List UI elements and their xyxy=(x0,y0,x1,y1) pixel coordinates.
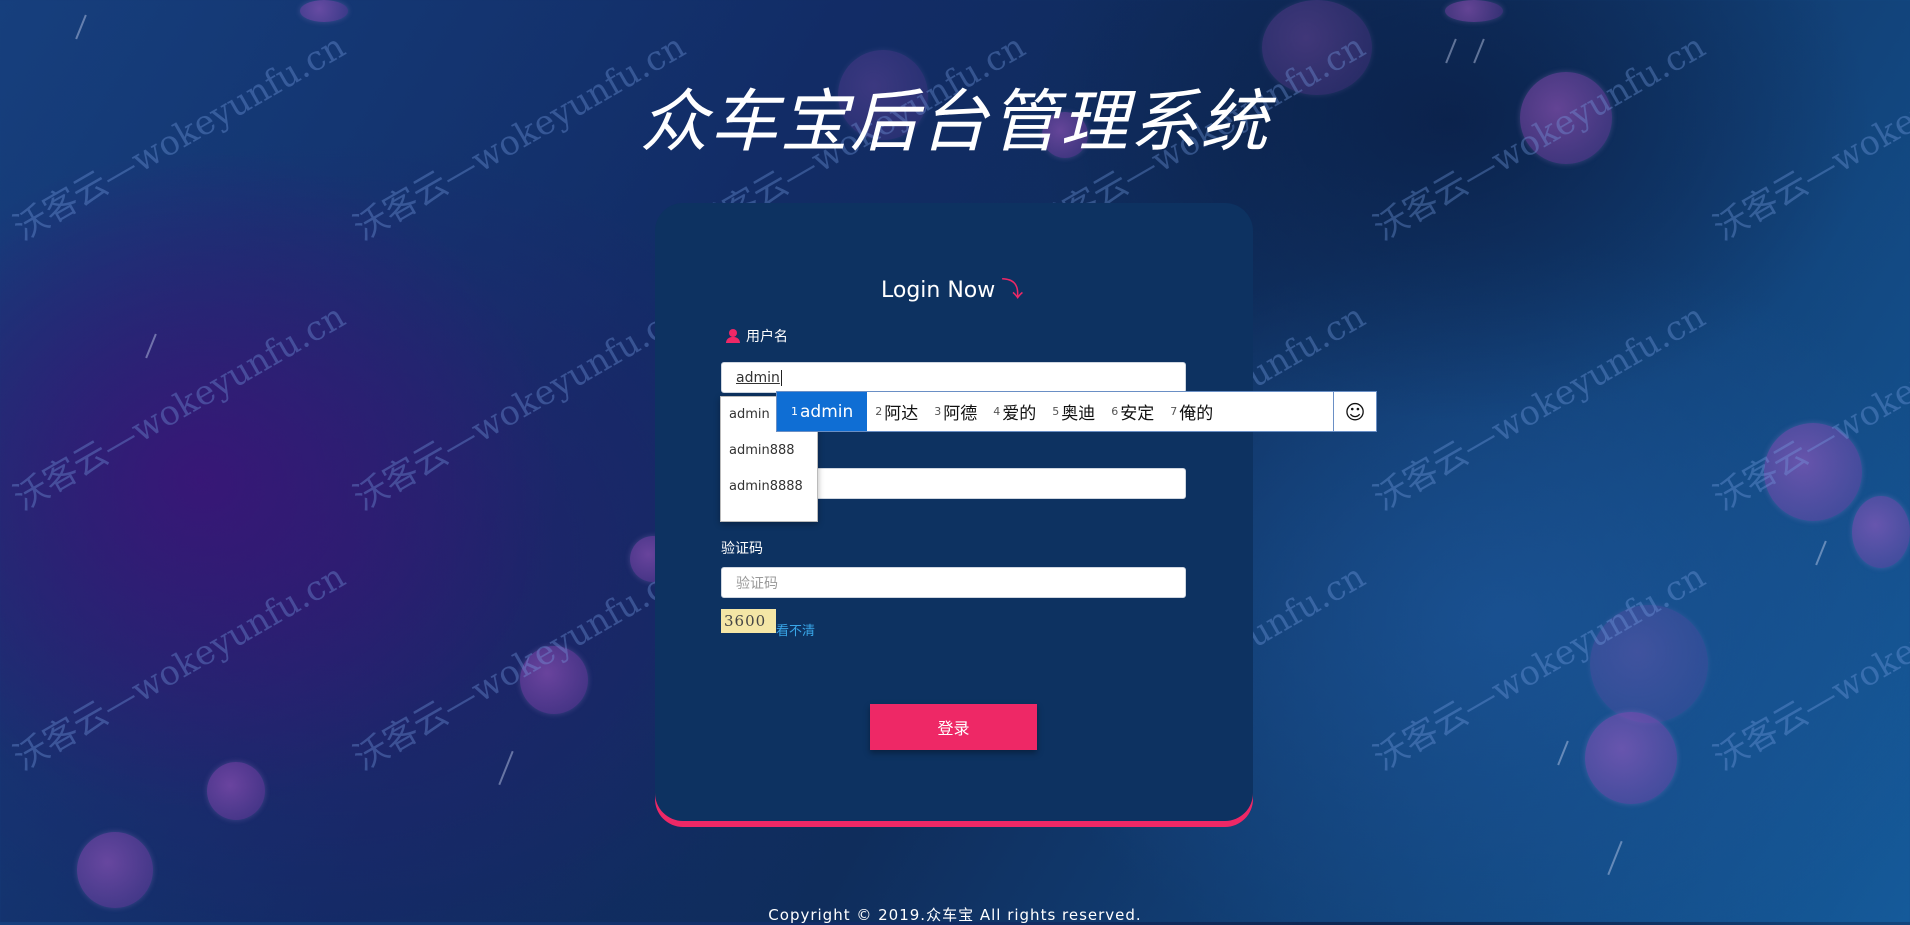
background-bubble xyxy=(207,762,265,820)
autocomplete-item[interactable]: admin888 xyxy=(721,433,817,469)
background-streak xyxy=(498,750,514,786)
background-streak xyxy=(75,14,87,40)
username-label: 用户名 xyxy=(726,326,788,346)
captcha-refresh-link[interactable]: 看不清 xyxy=(776,620,815,639)
captcha-label-text: 验证码 xyxy=(721,541,763,557)
login-heading-text: Login Now xyxy=(881,278,996,303)
login-heading: Login Now ⤵ xyxy=(881,272,1023,304)
watermark: 沃客云—wokeyunfu.cn xyxy=(1366,296,1713,519)
captcha-label: 验证码 xyxy=(721,538,763,558)
background-bubble xyxy=(77,832,153,908)
background-bubble xyxy=(300,0,348,22)
background-streak xyxy=(1815,540,1827,566)
background-streak xyxy=(1557,740,1569,766)
watermark: 沃客云—wokeyunfu.cn xyxy=(346,556,693,779)
background-streak xyxy=(1445,38,1457,64)
background-bubble xyxy=(1590,605,1708,723)
ime-candidate[interactable]: 2 阿达 xyxy=(867,392,926,431)
background-streak xyxy=(1607,840,1623,876)
ime-candidate-bar: 1 admin 2 阿达 3 阿德 4 爱的 5 奥迪 6 安定 7 俺的 ☺ xyxy=(776,391,1377,432)
background-streak xyxy=(145,333,157,359)
arrow-down-icon: ⤵ xyxy=(1001,278,1024,303)
login-button[interactable]: 登录 xyxy=(870,704,1037,750)
captcha-image[interactable]: 3600 xyxy=(721,609,776,633)
app-title: 众车宝后台管理系统 xyxy=(639,83,1270,162)
text-caret xyxy=(780,369,782,386)
background-bubble xyxy=(1445,0,1503,22)
smiley-icon[interactable]: ☺ xyxy=(1333,392,1376,431)
ime-candidate[interactable]: 5 奥迪 xyxy=(1044,392,1103,431)
background-streak xyxy=(1473,38,1485,64)
watermark: 沃客云—wokeyunfu.cn xyxy=(6,556,353,779)
user-icon xyxy=(726,329,740,343)
ime-candidate[interactable]: 4 爱的 xyxy=(985,392,1044,431)
username-input[interactable]: admin xyxy=(721,362,1186,393)
background-bubble xyxy=(1852,496,1910,568)
ime-candidate[interactable]: 1 admin xyxy=(777,392,868,431)
captcha-input[interactable]: 验证码 xyxy=(721,567,1186,598)
background-bubble xyxy=(1585,712,1677,804)
watermark: 沃客云—wokeyunfu.cn xyxy=(6,296,353,519)
ime-candidate[interactable]: 7 俺的 xyxy=(1162,392,1221,431)
ime-candidate[interactable]: 6 安定 xyxy=(1103,392,1162,431)
captcha-input-placeholder: 验证码 xyxy=(736,575,778,592)
watermark: 沃客云—wokeyunfu.cn xyxy=(1706,556,1910,779)
username-input-value: admin xyxy=(736,369,780,386)
watermark: 沃客云—wokeyunfu.cn xyxy=(346,296,693,519)
username-label-text: 用户名 xyxy=(746,329,788,345)
background-bubble xyxy=(1764,423,1862,521)
background-bubble xyxy=(520,646,588,714)
ime-candidate[interactable]: 3 阿德 xyxy=(926,392,985,431)
autocomplete-item[interactable]: admin8888 xyxy=(721,469,817,505)
